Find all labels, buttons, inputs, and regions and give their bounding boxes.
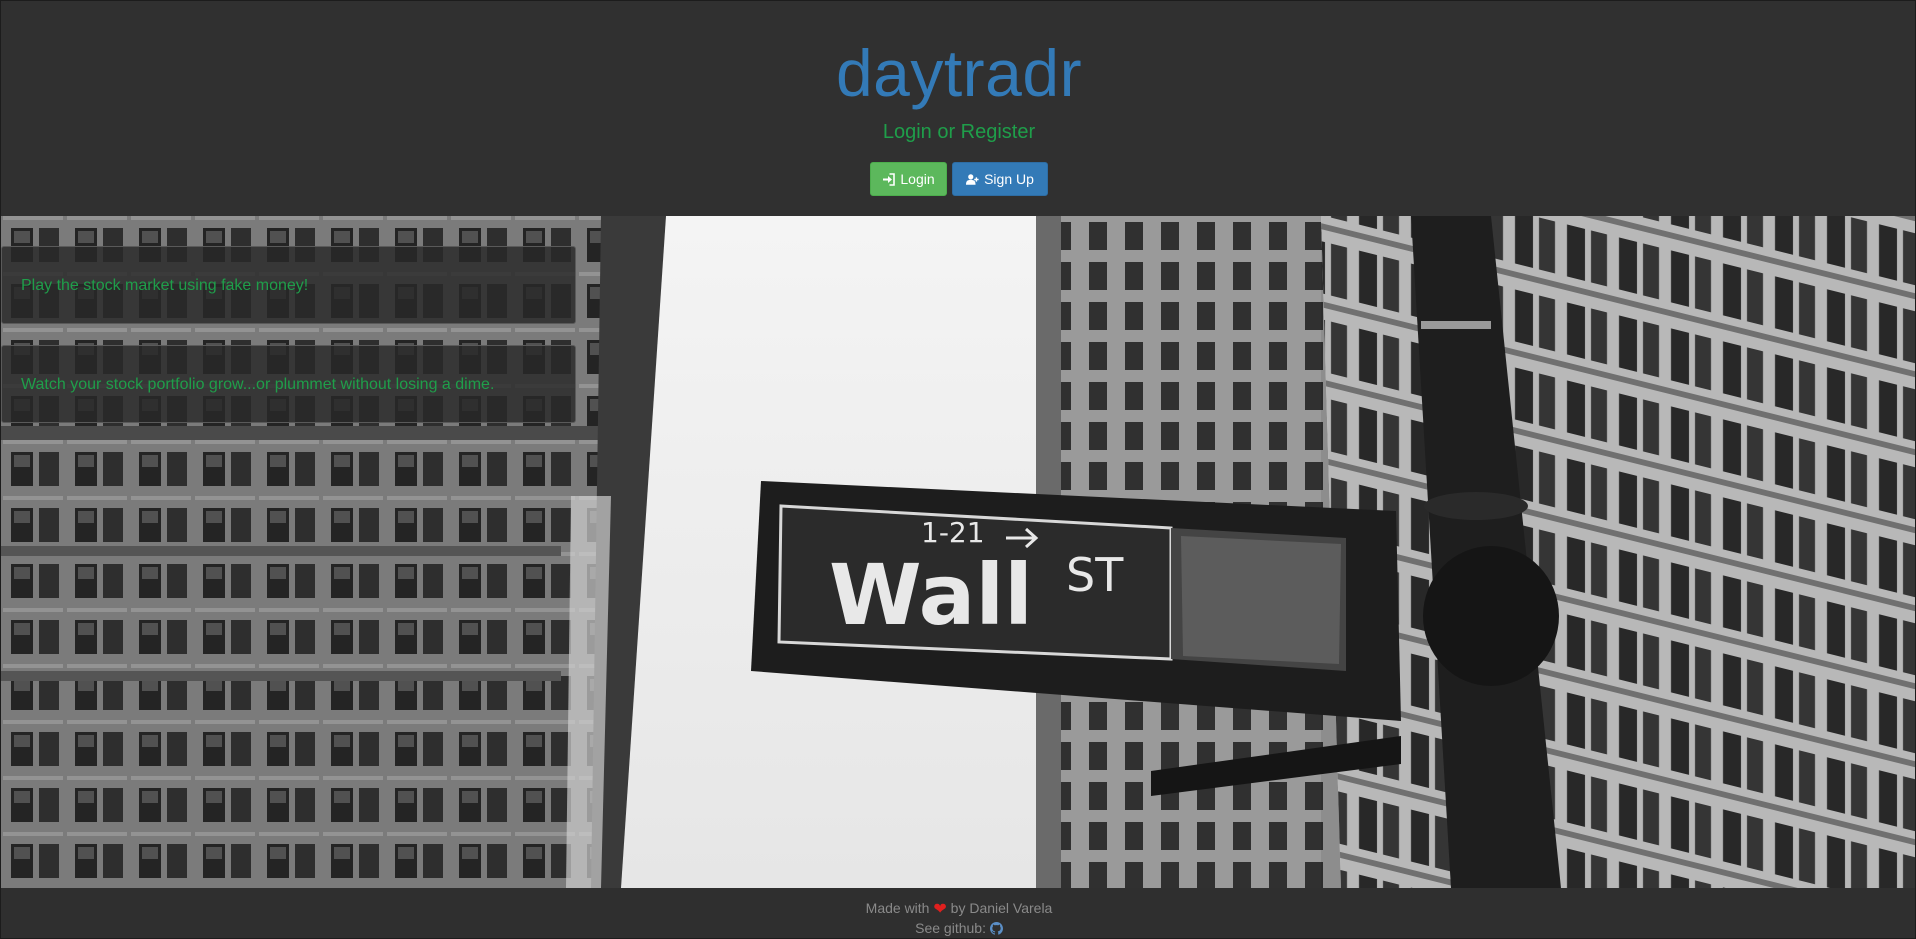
sign-name: Wall <box>829 546 1033 644</box>
github-icon[interactable] <box>989 921 1003 938</box>
sign-in-icon <box>882 172 896 186</box>
brand-title: daytradr <box>835 36 1083 110</box>
hero-image: 1-21 Wall ST Play the stock market using… <box>1 216 1915 888</box>
sign-number: 1-21 <box>921 516 985 549</box>
made-with-text: Made with <box>865 900 930 916</box>
page-subtitle: Login or Register <box>882 121 1036 143</box>
github-text: See github: <box>915 920 986 936</box>
login-button[interactable]: Login <box>870 162 947 196</box>
feature-panel-portfolio: Watch your stock portfolio grow...or plu… <box>1 345 576 423</box>
footer-credit: Made with ❤ by Daniel Varela <box>1 899 1915 919</box>
signup-button[interactable]: Sign Up <box>952 162 1048 196</box>
header: daytradr Login or Register Login Sign Up <box>1 1 1915 216</box>
signup-label: Sign Up <box>984 171 1034 187</box>
user-plus-icon <box>966 173 979 186</box>
auth-buttons: Login Sign Up <box>1 162 1915 196</box>
footer: Made with ❤ by Daniel Varela See github: <box>1 888 1915 938</box>
feature-panel-fake-money: Play the stock market using fake money! <box>1 246 576 324</box>
author-text: by Daniel Varela <box>950 900 1053 916</box>
heart-icon: ❤ <box>933 901 947 918</box>
footer-github: See github: <box>1 919 1915 938</box>
page: daytradr Login or Register Login Sign Up… <box>0 0 1916 939</box>
sign-suffix: ST <box>1066 548 1124 602</box>
login-label: Login <box>900 171 935 187</box>
